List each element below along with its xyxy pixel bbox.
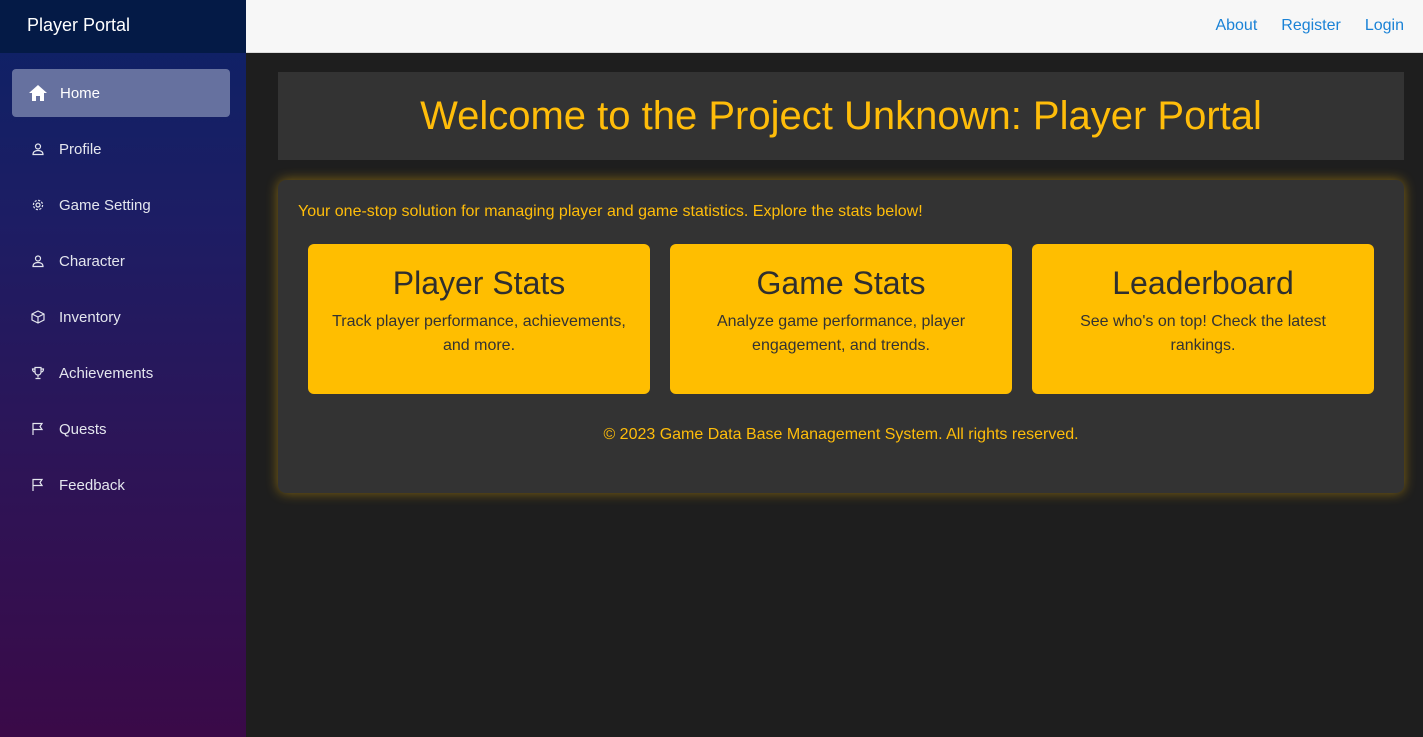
sidebar-item-label: Feedback — [59, 476, 125, 494]
card-title: Game Stats — [756, 265, 926, 301]
sidebar-item-label: Quests — [59, 420, 107, 438]
sidebar-item-inventory[interactable]: Inventory — [12, 293, 230, 341]
trophy-icon — [28, 363, 48, 383]
home-icon — [28, 83, 48, 103]
main-panel: Your one-stop solution for managing play… — [278, 180, 1404, 493]
flag-icon — [28, 475, 48, 495]
login-link[interactable]: Login — [1365, 17, 1404, 35]
player-stats-card[interactable]: Player Stats Track player performance, a… — [308, 244, 650, 394]
card-description: Analyze game performance, player engagem… — [716, 313, 966, 354]
person-icon — [28, 139, 48, 159]
card-title: Player Stats — [392, 265, 566, 301]
top-navbar: About Register Login — [246, 0, 1423, 53]
register-link[interactable]: Register — [1281, 17, 1341, 35]
card-description: See who's on top! Check the latest ranki… — [1080, 313, 1326, 354]
person-icon — [28, 251, 48, 271]
game-stats-card[interactable]: Game Stats Analyze game performance, pla… — [670, 244, 1012, 394]
sidebar-item-game-setting[interactable]: Game Setting — [12, 181, 230, 229]
sidebar-item-feedback[interactable]: Feedback — [12, 461, 230, 509]
card-description: Track player performance, achievements, … — [332, 313, 626, 354]
sidebar-item-profile[interactable]: Profile — [12, 125, 230, 173]
sidebar-item-label: Achievements — [59, 364, 154, 382]
page-title: Welcome to the Project Unknown: Player P… — [420, 93, 1262, 138]
sidebar-item-label: Inventory — [59, 308, 121, 326]
sidebar-item-label: Home — [60, 84, 101, 102]
footer-copyright: © 2023 Game Data Base Management System.… — [603, 426, 1079, 443]
sidebar-nav: Home Profile Game Setting Character Inve… — [0, 53, 246, 509]
sidebar: Player Portal Home Profile Game Setting … — [0, 0, 246, 737]
brand-title[interactable]: Player Portal — [0, 0, 246, 53]
card-title: Leaderboard — [1112, 265, 1294, 301]
stat-cards: Player Stats Track player performance, a… — [308, 244, 1374, 394]
sidebar-item-achievements[interactable]: Achievements — [12, 349, 230, 397]
sidebar-item-character[interactable]: Character — [12, 237, 230, 285]
flag-icon — [28, 419, 48, 439]
hero-banner: Welcome to the Project Unknown: Player P… — [278, 72, 1404, 160]
about-link[interactable]: About — [1215, 17, 1257, 35]
sidebar-item-quests[interactable]: Quests — [12, 405, 230, 453]
sidebar-item-label: Profile — [59, 140, 102, 158]
leaderboard-card[interactable]: Leaderboard See who's on top! Check the … — [1032, 244, 1374, 394]
sidebar-item-label: Game Setting — [59, 196, 151, 214]
box-icon — [28, 307, 48, 327]
sidebar-item-home[interactable]: Home — [12, 69, 230, 117]
sidebar-item-label: Character — [59, 252, 125, 270]
intro-text: Your one-stop solution for managing play… — [298, 203, 923, 220]
gear-icon — [28, 195, 48, 215]
